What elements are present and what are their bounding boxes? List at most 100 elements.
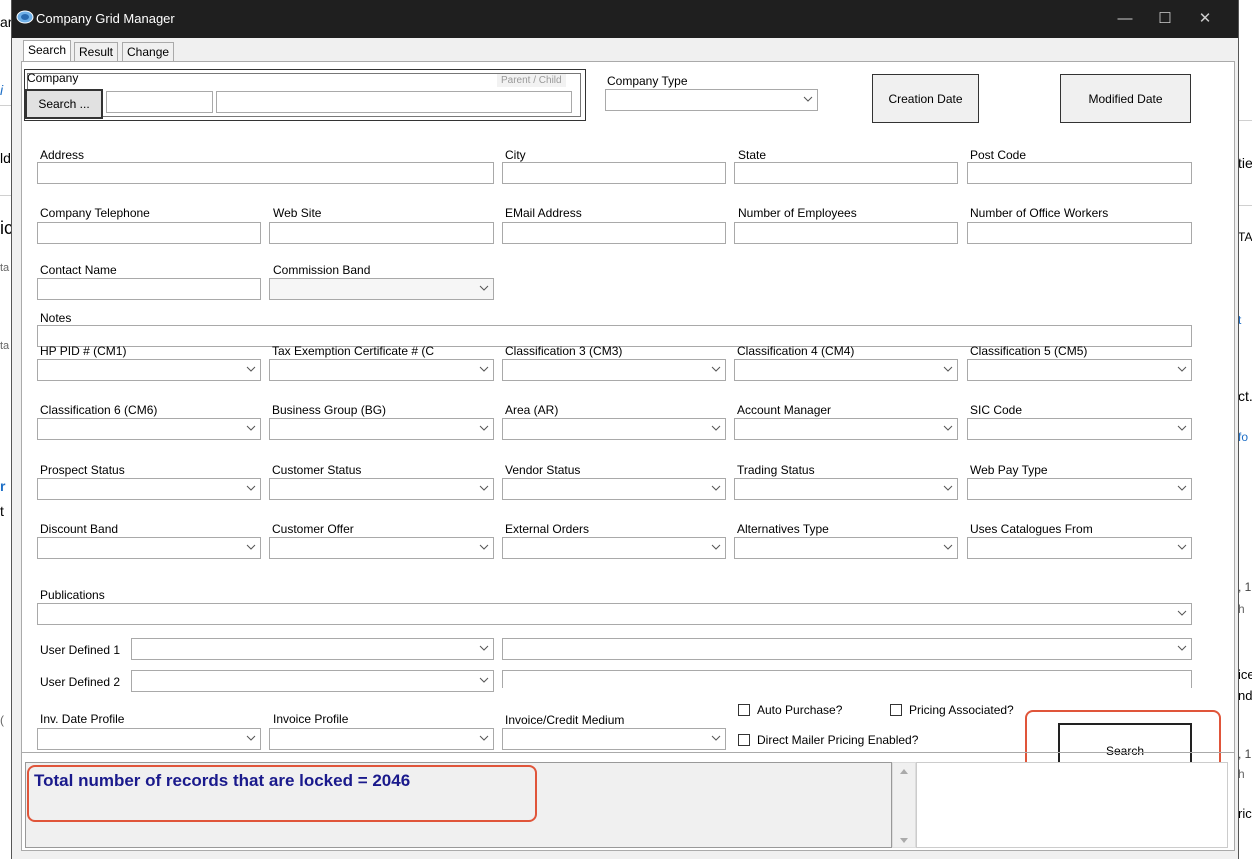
company-code-input[interactable] — [106, 91, 213, 113]
auto-purchase-checkbox[interactable] — [738, 704, 750, 716]
maximize-button[interactable]: ☐ — [1150, 8, 1180, 30]
user-defined-1-value-select[interactable] — [502, 638, 1192, 660]
minimize-button[interactable]: — — [1110, 8, 1140, 30]
scroll-down-icon[interactable] — [899, 837, 909, 845]
bg-fragment: ld — [0, 150, 11, 166]
bg-fragment: t — [0, 503, 4, 519]
classification-6-select[interactable] — [37, 418, 261, 440]
classification-5-label: Classification 5 (CM5) — [970, 344, 1088, 358]
direct-mailer-pricing-checkbox[interactable] — [738, 734, 750, 746]
chevron-down-icon — [479, 544, 489, 550]
inv-date-profile-select[interactable] — [37, 728, 261, 750]
number-of-employees-label: Number of Employees — [738, 206, 857, 220]
alternatives-type-select[interactable] — [734, 537, 958, 559]
chevron-down-icon — [1177, 366, 1187, 372]
web-site-input[interactable] — [269, 222, 494, 244]
post-code-input[interactable] — [967, 162, 1192, 184]
classification-4-label: Classification 4 (CM4) — [737, 344, 855, 358]
classification-5-select[interactable] — [967, 359, 1192, 381]
area-select[interactable] — [502, 418, 726, 440]
tax-exemption-select[interactable] — [269, 359, 494, 381]
company-telephone-input[interactable] — [37, 222, 261, 244]
user-defined-1-type-select[interactable] — [131, 638, 494, 660]
tab-change[interactable]: Change — [122, 42, 175, 62]
user-defined-2-type-select[interactable] — [131, 670, 494, 692]
title-bar[interactable]: Company Grid Manager — ☐ ✕ — [12, 0, 1238, 38]
business-group-select[interactable] — [269, 418, 494, 440]
pricing-associated-label: Pricing Associated? — [909, 703, 1014, 717]
company-grid-manager-window: Company Grid Manager — ☐ ✕ Search Result… — [11, 0, 1239, 859]
creation-date-button[interactable]: Creation Date — [872, 74, 979, 123]
chevron-down-icon — [479, 285, 489, 291]
status-scrollbar[interactable] — [892, 762, 916, 848]
hp-pid-select[interactable] — [37, 359, 261, 381]
chevron-down-icon — [1177, 645, 1187, 651]
alternatives-type-label: Alternatives Type — [737, 522, 829, 536]
company-label: Company — [27, 71, 79, 85]
scroll-up-icon[interactable] — [899, 767, 909, 775]
email-address-input[interactable] — [502, 222, 726, 244]
chevron-down-icon — [1177, 425, 1187, 431]
city-input[interactable] — [502, 162, 726, 184]
chevron-down-icon — [711, 425, 721, 431]
external-orders-label: External Orders — [505, 522, 590, 536]
chevron-down-icon — [246, 735, 256, 741]
customer-status-select[interactable] — [269, 478, 494, 500]
web-site-label: Web Site — [273, 206, 322, 220]
invoice-profile-select[interactable] — [269, 728, 494, 750]
company-name-input[interactable] — [216, 91, 572, 113]
customer-offer-select[interactable] — [269, 537, 494, 559]
bg-fragment: h — [1238, 767, 1245, 781]
pricing-associated-checkbox[interactable] — [890, 704, 902, 716]
address-input[interactable] — [37, 162, 494, 184]
bg-fragment: ct.c — [1238, 388, 1252, 404]
trading-status-select[interactable] — [734, 478, 958, 500]
chevron-down-icon — [246, 425, 256, 431]
user-defined-2-label: User Defined 2 — [40, 675, 121, 689]
company-search-button[interactable]: Search ... — [25, 89, 103, 119]
classification-4-select[interactable] — [734, 359, 958, 381]
sic-code-select[interactable] — [967, 418, 1192, 440]
status-side-panel — [916, 762, 1228, 848]
invoice-credit-medium-select[interactable] — [502, 728, 726, 750]
discount-band-label: Discount Band — [40, 522, 119, 536]
company-telephone-label: Company Telephone — [40, 206, 150, 220]
address-label: Address — [40, 148, 85, 162]
tab-search[interactable]: Search — [23, 40, 72, 62]
bg-fragment: ndi — [1238, 688, 1252, 703]
chevron-down-icon — [943, 485, 953, 491]
publications-select[interactable] — [37, 603, 1192, 625]
modified-date-button[interactable]: Modified Date — [1060, 74, 1191, 123]
user-defined-1-label: User Defined 1 — [40, 643, 121, 657]
user-defined-2-value-select[interactable] — [502, 670, 1192, 688]
area-label: Area (AR) — [505, 403, 559, 417]
chevron-down-icon — [246, 485, 256, 491]
tax-exemption-label: Tax Exemption Certificate # (C — [272, 344, 435, 358]
number-of-office-workers-input[interactable] — [967, 222, 1192, 244]
classification-6-label: Classification 6 (CM6) — [40, 403, 158, 417]
bg-fragment: tie — [1238, 155, 1252, 171]
parent-child-label[interactable]: Parent / Child — [497, 74, 566, 87]
state-input[interactable] — [734, 162, 958, 184]
prospect-status-select[interactable] — [37, 478, 261, 500]
number-of-employees-input[interactable] — [734, 222, 958, 244]
search-tab-panel: Company Parent / Child Search ... Compan… — [21, 61, 1235, 851]
vendor-status-select[interactable] — [502, 478, 726, 500]
state-label: State — [738, 148, 767, 162]
account-manager-select[interactable] — [734, 418, 958, 440]
contact-name-input[interactable] — [37, 278, 261, 300]
company-type-select[interactable] — [605, 89, 818, 111]
discount-band-select[interactable] — [37, 537, 261, 559]
uses-catalogues-from-select[interactable] — [967, 537, 1192, 559]
bg-fragment: TAI — [1238, 230, 1252, 244]
external-orders-select[interactable] — [502, 537, 726, 559]
post-code-label: Post Code — [970, 148, 1027, 162]
prospect-status-label: Prospect Status — [40, 463, 125, 477]
commission-band-select[interactable] — [269, 278, 494, 300]
bg-fragment: ric — [1238, 806, 1252, 821]
web-pay-type-select[interactable] — [967, 478, 1192, 500]
classification-3-select[interactable] — [502, 359, 726, 381]
uses-catalogues-from-label: Uses Catalogues From — [970, 522, 1093, 536]
tab-result[interactable]: Result — [74, 42, 119, 62]
close-button[interactable]: ✕ — [1190, 8, 1220, 30]
